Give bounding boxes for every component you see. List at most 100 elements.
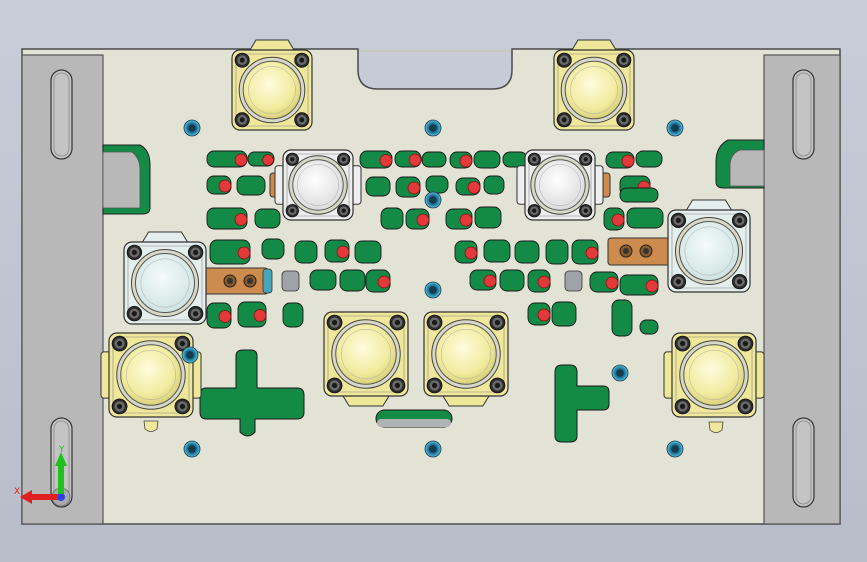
locator-nub — [143, 420, 159, 432]
pocket — [514, 240, 540, 264]
right-side-notch — [729, 149, 765, 187]
pilot-dot — [253, 309, 267, 322]
fastener-hole — [424, 281, 442, 299]
pocket — [499, 269, 525, 292]
pocket — [421, 151, 447, 168]
punch-holder-yellow — [663, 332, 765, 418]
punch-holder-cyan — [667, 199, 751, 293]
fastener-hole — [611, 364, 629, 382]
pocket — [282, 302, 304, 328]
pilot-dot — [537, 275, 551, 289]
pocket — [545, 239, 569, 265]
pocket — [324, 239, 350, 263]
pocket — [294, 240, 318, 264]
pocket — [611, 299, 633, 337]
gray-pad — [281, 270, 300, 292]
pilot-dot — [483, 274, 497, 288]
pocket — [626, 207, 664, 229]
pocket — [449, 151, 473, 169]
pocket — [359, 150, 393, 169]
y-axis-label: Y — [58, 445, 65, 455]
pilot-dot — [464, 246, 478, 260]
pilot-dot — [237, 246, 251, 260]
pilot-dot — [234, 213, 248, 226]
pilot-dot — [585, 246, 599, 260]
pocket — [206, 302, 232, 329]
fastener-hole — [424, 191, 442, 209]
pocket — [639, 319, 659, 335]
pocket — [474, 206, 502, 229]
pilot-dot — [537, 308, 551, 322]
cad-viewport[interactable]: Y X — [0, 0, 867, 562]
pocket — [236, 175, 266, 196]
pocket — [527, 269, 551, 293]
pilot-dot — [459, 154, 473, 168]
pocket — [254, 208, 281, 229]
pilot-dot — [645, 279, 659, 293]
left-side-notch — [102, 151, 141, 209]
pocket — [603, 207, 625, 231]
gray-pad — [564, 270, 583, 292]
punch-holder-yellow — [323, 311, 409, 407]
fastener-hole — [183, 440, 201, 458]
punch-holder-yellow — [553, 39, 635, 131]
pocket — [365, 269, 391, 293]
pilot-dot — [621, 154, 635, 168]
pocket — [473, 150, 501, 169]
pocket — [619, 274, 659, 296]
pocket — [365, 176, 391, 197]
pocket — [247, 151, 275, 167]
pocket — [483, 239, 511, 263]
pocket — [309, 269, 337, 291]
pilot-dot — [611, 213, 625, 227]
pilot-dot — [605, 276, 619, 290]
punch-holder-yellow — [423, 311, 509, 407]
slot-bottom-center-gray — [377, 419, 451, 427]
pocket — [206, 175, 232, 195]
fastener-hole — [666, 440, 684, 458]
punch-holder-yellow — [231, 39, 313, 131]
pilot-dot — [459, 213, 473, 227]
pilot-dot — [336, 245, 350, 259]
pocket — [354, 240, 382, 264]
right-clamp-bar — [763, 54, 841, 525]
pilot-dot — [218, 179, 232, 193]
pocket — [405, 208, 430, 230]
punch-holder-yellow — [100, 332, 202, 418]
pocket — [571, 239, 599, 265]
fastener-hole — [181, 346, 199, 364]
pocket — [502, 151, 528, 168]
pocket — [589, 271, 619, 293]
guide-bushing-right — [607, 237, 671, 266]
pilot-dot — [408, 153, 422, 167]
pocket — [619, 187, 659, 203]
fastener-hole — [666, 119, 684, 137]
locator-nub — [708, 421, 724, 433]
pocket — [425, 175, 449, 194]
guide-bushing-left — [202, 267, 273, 295]
pocket — [469, 269, 497, 291]
pilot-dot — [262, 154, 274, 166]
pilot-dot — [218, 310, 232, 323]
pocket — [635, 150, 663, 168]
pocket — [445, 208, 473, 230]
pocket — [206, 207, 248, 230]
pilot-dot — [416, 213, 430, 227]
pocket — [339, 269, 366, 292]
fastener-hole — [183, 119, 201, 137]
pocket — [551, 301, 577, 327]
pilot-dot — [467, 181, 481, 194]
pocket — [454, 240, 478, 264]
punch-holder-white — [274, 149, 362, 221]
pocket — [455, 177, 481, 196]
pocket — [527, 302, 551, 326]
pocket — [237, 301, 267, 328]
pocket — [209, 239, 251, 265]
x-axis-label: X — [14, 487, 20, 497]
pocket — [380, 207, 404, 230]
pocket — [395, 176, 421, 198]
pocket — [605, 151, 635, 169]
punch-holder-cyan — [123, 231, 207, 325]
pocket — [261, 238, 285, 260]
pilot-dot — [234, 153, 248, 167]
